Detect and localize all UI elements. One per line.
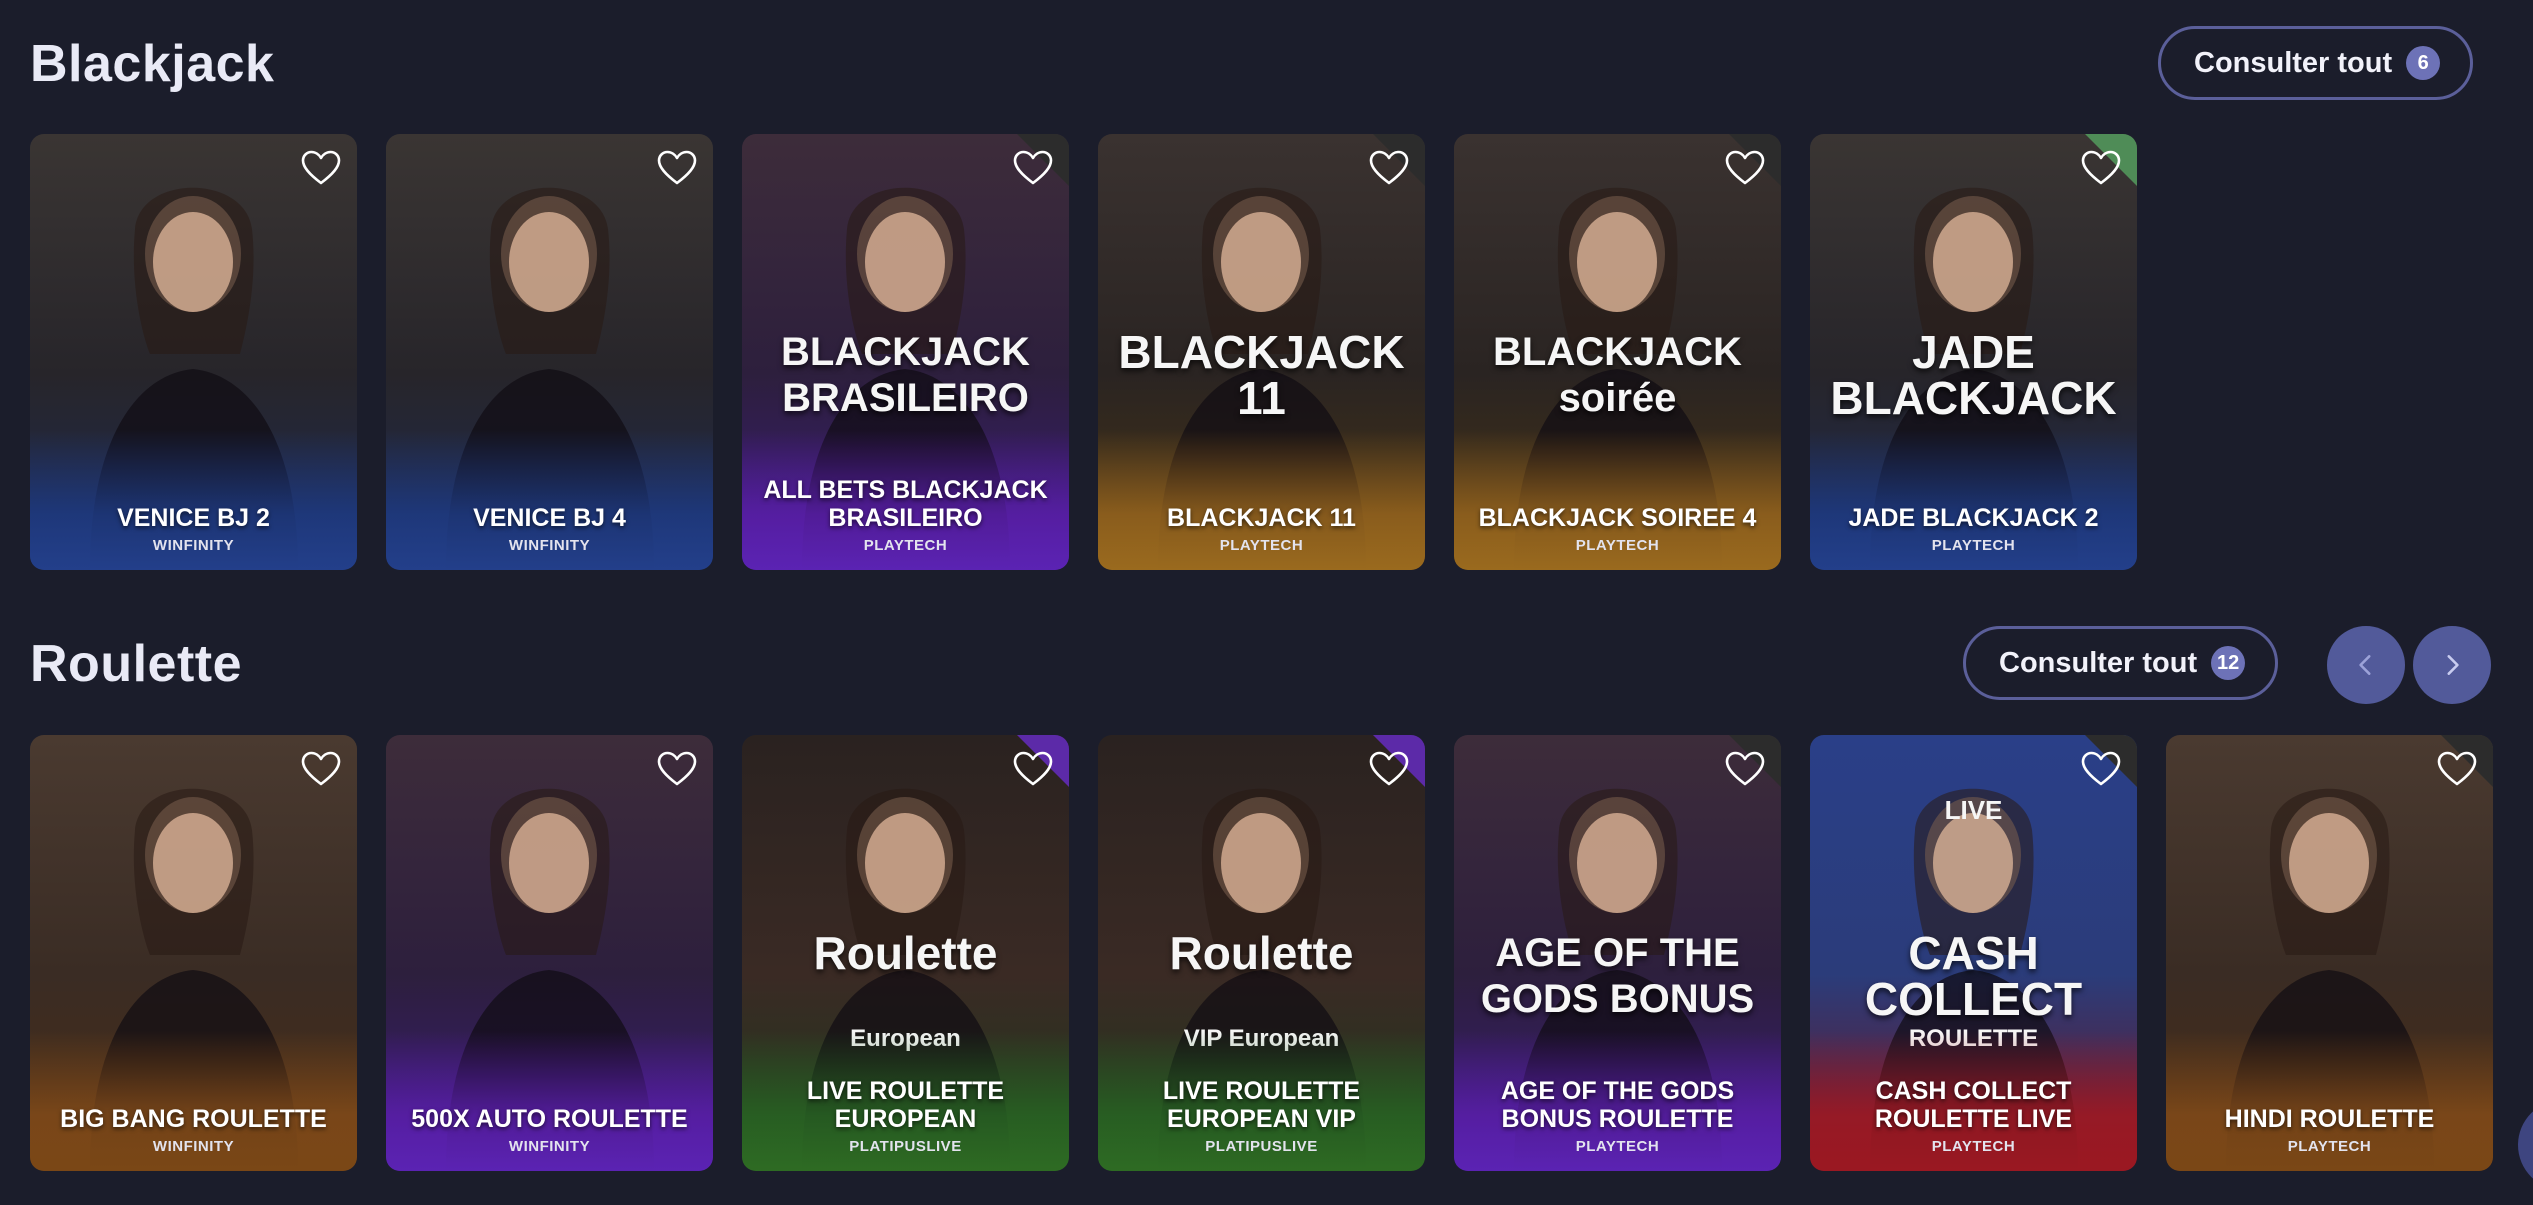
chevron-left-icon	[2359, 655, 2371, 675]
game-provider: WINFINITY	[152, 537, 235, 554]
roulette-section: Roulette Consulter tout 12 BIG BANG ROUL…	[0, 600, 2533, 1205]
heart-outline-icon[interactable]	[2081, 751, 2121, 787]
next-button[interactable]	[2413, 626, 2491, 704]
game-card[interactable]: JADE BLACKJACK JADE BLACKJACK 2 PLAYTECH	[1810, 134, 2137, 570]
game-provider: PLAYTECH	[1575, 537, 1660, 554]
game-logo-toptext: LIVE	[1944, 795, 2003, 825]
blackjack-section: Blackjack Consulter tout 6 VENICE BJ 2 WI…	[0, 0, 2533, 580]
game-logo-text: BLACKJACK BRASILEIRO	[781, 330, 1030, 420]
game-card[interactable]: BLACKJACK soirée BLACKJACK SOIREE 4 PLAYTE…	[1454, 134, 1781, 570]
heart-outline-icon[interactable]	[301, 751, 341, 787]
game-logo-text: Roulette	[813, 927, 998, 979]
game-provider: PLATIPUSLIVE	[1205, 1138, 1318, 1155]
consult-all-button[interactable]: Consulter tout 6	[2158, 26, 2474, 100]
heart-outline-icon[interactable]	[657, 751, 697, 787]
game-card[interactable]: BIG BANG ROULETTE WINFINITY	[30, 735, 357, 1171]
game-title: VENICE BJ 4	[473, 504, 626, 532]
game-title: LIVE ROULETTE EUROPEAN VIP	[1162, 1077, 1361, 1133]
game-logo-text: JADE BLACKJACK	[1830, 326, 2117, 424]
count-badge: 6	[2406, 46, 2441, 80]
game-title: BLACKJACK SOIREE 4	[1478, 504, 1757, 532]
game-provider: PLAYTECH	[863, 537, 948, 554]
game-provider: PLATIPUSLIVE	[849, 1138, 962, 1155]
game-provider: WINFINITY	[152, 1138, 235, 1155]
game-title: 500X AUTO ROULETTE	[411, 1105, 688, 1133]
heart-outline-icon[interactable]	[301, 150, 341, 186]
game-card[interactable]: VENICE BJ 2 WINFINITY	[30, 134, 357, 570]
consult-all-button[interactable]: Consulter tout 12	[1963, 626, 2279, 700]
game-title: JADE BLACKJACK 2	[1848, 504, 2099, 532]
game-provider: PLAYTECH	[2287, 1138, 2372, 1155]
game-title: VENICE BJ 2	[117, 504, 270, 532]
prev-button[interactable]	[2327, 626, 2405, 704]
heart-outline-icon[interactable]	[2437, 751, 2477, 787]
game-card[interactable]: BLACKJACK 11 BLACKJACK 11 PLAYTECH	[1098, 134, 1425, 570]
game-provider: WINFINITY	[508, 537, 591, 554]
game-title: ALL BETS BLACKJACK BRASILEIRO	[763, 476, 1048, 532]
game-logo-text: BLACKJACK 11	[1118, 326, 1405, 424]
heart-outline-icon[interactable]	[1013, 150, 1053, 186]
section-title: Blackjack	[30, 35, 275, 93]
consult-all-label: Consulter tout	[2194, 46, 2393, 79]
game-card[interactable]: CASH COLLECTROULETTELIVECASH COLLECT ROU…	[1810, 735, 2137, 1171]
section-title: Roulette	[30, 635, 242, 693]
game-card[interactable]: AGE OF THE GODS BONUS AGE OF THE GODS BON…	[1454, 735, 1781, 1171]
heart-outline-icon[interactable]	[1013, 751, 1053, 787]
heart-outline-icon[interactable]	[1725, 150, 1765, 186]
heart-outline-icon[interactable]	[2081, 150, 2121, 186]
game-title: LIVE ROULETTE EUROPEAN	[806, 1077, 1005, 1133]
count-badge: 12	[2211, 646, 2246, 680]
game-card[interactable]: RouletteEuropeanLIVE ROULETTE EUROPEANPL…	[742, 735, 1069, 1171]
game-card[interactable]: 500X AUTO ROULETTE WINFINITY	[386, 735, 713, 1171]
game-card[interactable]: RouletteVIP EuropeanLIVE ROULETTE EUROPE…	[1098, 735, 1425, 1171]
game-provider: PLAYTECH	[1931, 537, 2016, 554]
heart-outline-icon[interactable]	[1369, 751, 1409, 787]
game-logo-text: CASH COLLECT	[1864, 927, 2083, 1025]
game-title: CASH COLLECT ROULETTE LIVE	[1874, 1077, 2073, 1133]
consult-all-label: Consulter tout	[1999, 646, 2198, 679]
game-title: AGE OF THE GODS BONUS ROULETTE	[1500, 1077, 1735, 1133]
game-title: BIG BANG ROULETTE	[60, 1105, 327, 1133]
game-provider: PLAYTECH	[1931, 1138, 2016, 1155]
game-title: BLACKJACK 11	[1167, 504, 1356, 532]
game-provider: WINFINITY	[508, 1138, 591, 1155]
heart-outline-icon[interactable]	[1369, 150, 1409, 186]
game-card[interactable]: VENICE BJ 4 WINFINITY	[386, 134, 713, 570]
game-card[interactable]: BLACKJACK BRASILEIRO ALL BETS BLACKJACK B…	[742, 134, 1069, 570]
game-logo-text: AGE OF THE GODS BONUS	[1480, 931, 1755, 1021]
chevron-right-icon	[2447, 655, 2459, 675]
heart-outline-icon[interactable]	[1725, 751, 1765, 787]
heart-outline-icon[interactable]	[657, 150, 697, 186]
game-logo-text: Roulette	[1169, 927, 1354, 979]
game-card[interactable]: HINDI ROULETTE PLAYTECH	[2166, 735, 2493, 1171]
game-provider: PLAYTECH	[1219, 537, 1304, 554]
game-provider: PLAYTECH	[1575, 1138, 1660, 1155]
game-logo-text: BLACKJACK soirée	[1493, 330, 1742, 420]
game-title: HINDI ROULETTE	[2224, 1105, 2435, 1133]
